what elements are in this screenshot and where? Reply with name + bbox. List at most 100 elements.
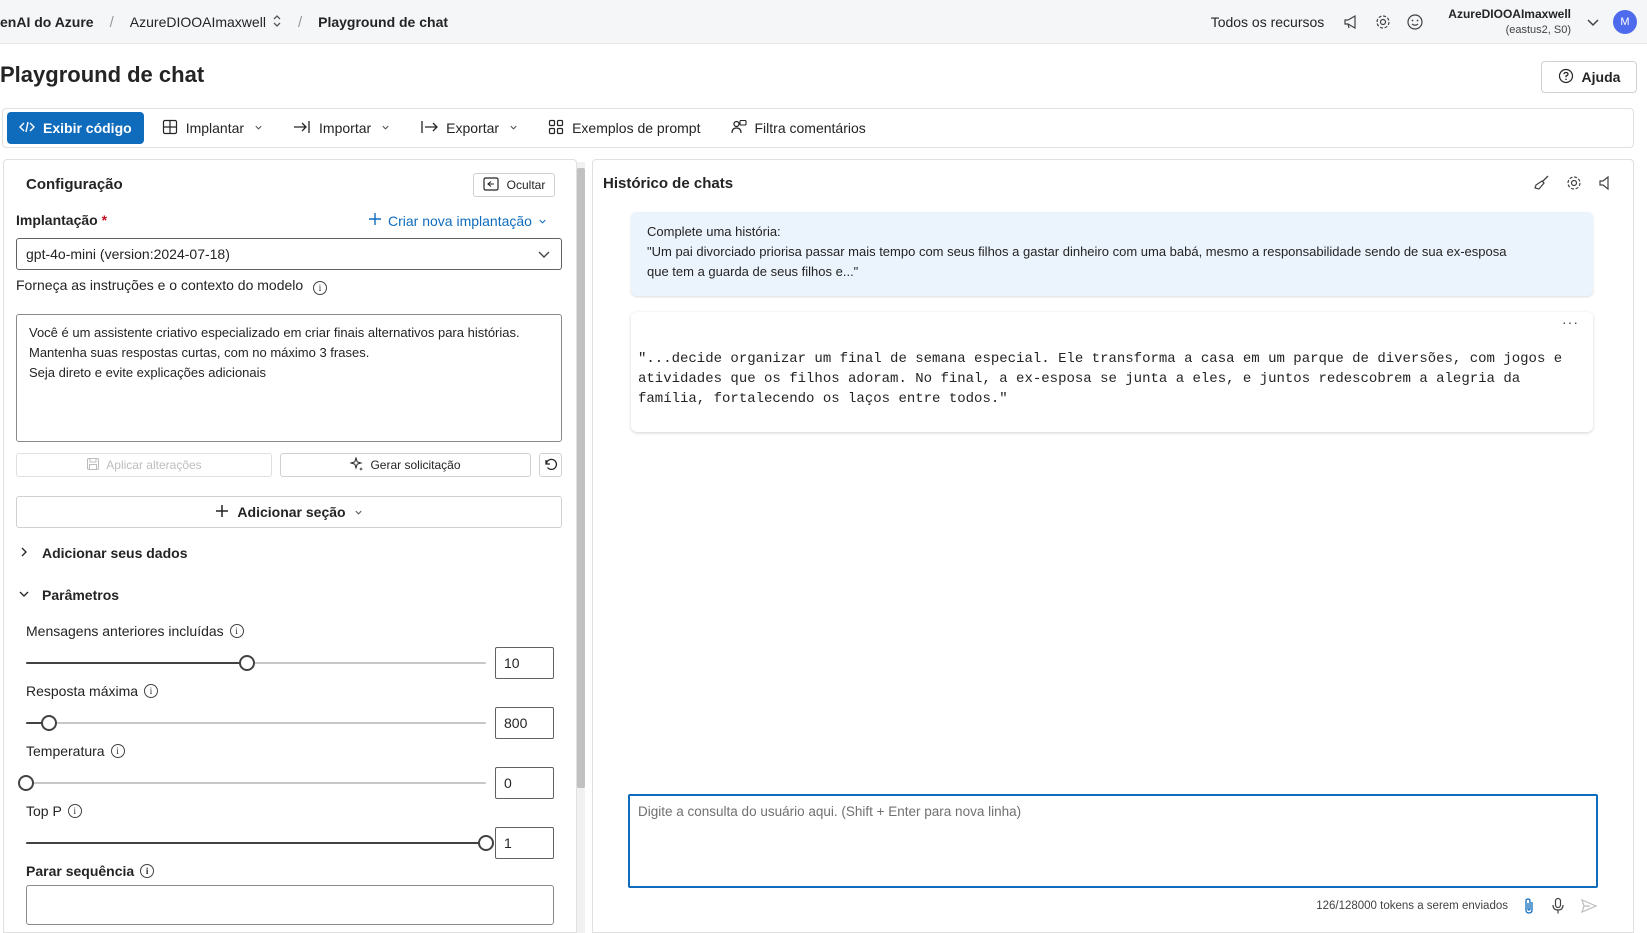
hide-label: Ocultar bbox=[506, 178, 546, 192]
broom-icon[interactable] bbox=[1533, 174, 1551, 195]
user-account[interactable]: AzureDIOOAImaxwell (eastus2, S0) bbox=[1448, 6, 1571, 38]
export-arrow-icon bbox=[420, 119, 439, 138]
breadcrumb-service[interactable]: enAI do Azure bbox=[0, 14, 94, 30]
user-message-line: Complete uma história: bbox=[647, 224, 781, 239]
required-mark: * bbox=[101, 212, 108, 228]
deploy-button[interactable]: Implantar bbox=[150, 112, 275, 144]
info-icon[interactable]: i bbox=[140, 864, 155, 878]
apply-changes-button[interactable]: Aplicar alterações bbox=[16, 453, 272, 477]
add-data-label: Adicionar seus dados bbox=[42, 545, 188, 561]
slider-thumb[interactable] bbox=[41, 715, 57, 731]
info-icon[interactable]: i bbox=[229, 624, 244, 638]
prompt-examples-button[interactable]: Exemplos de prompt bbox=[536, 112, 712, 144]
export-button[interactable]: Exportar bbox=[408, 112, 530, 144]
code-icon bbox=[19, 119, 35, 138]
feedback-filter-button[interactable]: Filtra comentários bbox=[719, 112, 878, 144]
speaker-icon[interactable] bbox=[1597, 174, 1615, 195]
slider-thumb[interactable] bbox=[238, 655, 255, 671]
top-p-input[interactable]: 1 bbox=[495, 827, 554, 859]
slider-fill bbox=[26, 842, 486, 844]
breadcrumb-separator: / bbox=[297, 13, 303, 31]
save-icon bbox=[86, 457, 100, 474]
breadcrumb-resource[interactable]: AzureDIOOAImaxwell bbox=[130, 14, 266, 30]
stop-sequence-input[interactable] bbox=[26, 885, 554, 925]
temperature-label: Temperatura i bbox=[26, 743, 125, 759]
parameters-expander[interactable]: Parâmetros bbox=[18, 587, 119, 603]
people-feedback-icon bbox=[730, 119, 747, 138]
temperature-slider[interactable] bbox=[18, 773, 486, 793]
grid-icon bbox=[548, 119, 564, 138]
user-region: (eastus2, S0) bbox=[1505, 24, 1571, 36]
generate-prompt-button[interactable]: Gerar solicitação bbox=[280, 453, 531, 477]
import-button[interactable]: Importar bbox=[281, 112, 402, 144]
scrollbar-thumb[interactable] bbox=[577, 168, 585, 788]
hide-button[interactable]: Ocultar bbox=[473, 173, 555, 197]
chevron-updown-icon[interactable] bbox=[272, 14, 282, 31]
megaphone-icon[interactable] bbox=[1342, 13, 1360, 31]
slider-thumb[interactable] bbox=[478, 835, 494, 851]
chevron-down-icon bbox=[509, 123, 518, 134]
slider-thumb[interactable] bbox=[18, 775, 34, 791]
past-messages-label-text: Mensagens anteriores incluídas bbox=[26, 623, 224, 639]
system-message-textarea[interactable]: Você é um assistente criativo especializ… bbox=[16, 314, 562, 442]
paperclip-icon[interactable] bbox=[1522, 897, 1536, 915]
deployment-select[interactable]: gpt-4o-mini (version:2024-07-18) bbox=[16, 238, 562, 270]
view-code-button[interactable]: Exibir código bbox=[7, 112, 144, 144]
smiley-feedback-icon[interactable] bbox=[1406, 13, 1424, 31]
assistant-line: família, fortalecendo os laços entre tod… bbox=[638, 391, 1008, 407]
user-message-line: que tem a guarda de seus filhos e..." bbox=[647, 264, 859, 279]
plus-icon bbox=[215, 504, 229, 521]
create-deployment-link[interactable]: Criar nova implantação bbox=[368, 212, 547, 229]
all-resources-link[interactable]: Todos os recursos bbox=[1211, 14, 1325, 30]
info-icon[interactable]: i bbox=[313, 281, 328, 295]
temperature-label-text: Temperatura bbox=[26, 743, 105, 759]
gear-icon[interactable] bbox=[1565, 174, 1583, 195]
max-response-slider[interactable] bbox=[26, 713, 486, 733]
chevron-down-icon[interactable] bbox=[1585, 14, 1601, 30]
reset-button[interactable] bbox=[539, 453, 562, 477]
chevron-down-icon bbox=[254, 123, 263, 134]
add-data-expander[interactable]: Adicionar seus dados bbox=[18, 545, 187, 561]
top-p-label: Top P i bbox=[26, 803, 82, 819]
more-options-button[interactable]: ··· bbox=[1562, 314, 1579, 330]
past-messages-label: Mensagens anteriores incluídas i bbox=[26, 623, 244, 639]
config-scrollbar[interactable] bbox=[577, 162, 585, 933]
assistant-line: "...decide organizar um final de semana … bbox=[638, 351, 1563, 367]
max-response-label-text: Resposta máxima bbox=[26, 683, 139, 699]
plus-icon bbox=[368, 212, 382, 229]
instruction-line: Seja direto e evite explicações adiciona… bbox=[29, 365, 267, 380]
instruction-line: Você é um assistente criativo especializ… bbox=[29, 325, 520, 340]
microphone-icon[interactable] bbox=[1550, 897, 1566, 915]
breadcrumb-current: Playground de chat bbox=[318, 14, 449, 30]
top-p-slider[interactable] bbox=[26, 833, 494, 853]
user-message: Complete uma história: "Um pai divorciad… bbox=[631, 212, 1593, 296]
add-section-button[interactable]: Adicionar seção bbox=[16, 496, 562, 528]
assistant-line: atividades que os filhos adoram. No fina… bbox=[638, 371, 1521, 387]
past-messages-slider[interactable] bbox=[26, 653, 486, 673]
chevron-right-icon bbox=[18, 545, 30, 561]
user-query-input[interactable]: Digite a consulta do usuário aqui. (Shif… bbox=[628, 794, 1598, 888]
max-response-input[interactable]: 800 bbox=[495, 707, 554, 739]
deployment-value: gpt-4o-mini (version:2024-07-18) bbox=[26, 246, 230, 262]
send-icon[interactable] bbox=[1580, 897, 1598, 915]
apply-changes-label: Aplicar alterações bbox=[106, 458, 202, 472]
instructions-label-text: Forneça as instruções e o contexto do mo… bbox=[16, 277, 304, 293]
help-button[interactable]: Ajuda bbox=[1541, 61, 1637, 93]
view-code-label: Exibir código bbox=[43, 120, 132, 136]
top-bar: enAI do Azure / AzureDIOOAImaxwell / Pla… bbox=[0, 0, 1647, 44]
avatar[interactable]: M bbox=[1613, 10, 1637, 34]
breadcrumb: enAI do Azure / AzureDIOOAImaxwell / Pla… bbox=[0, 0, 448, 44]
toolbar: Exibir código Implantar Importar Exporta… bbox=[2, 108, 1634, 148]
temperature-input[interactable]: 0 bbox=[495, 767, 554, 799]
gear-icon[interactable] bbox=[1374, 13, 1392, 31]
slider-track bbox=[26, 782, 486, 784]
instruction-line: Mantenha suas respostas curtas, com no m… bbox=[29, 345, 370, 360]
info-icon[interactable]: i bbox=[110, 744, 125, 758]
chevron-down-icon bbox=[354, 504, 363, 520]
info-icon[interactable]: i bbox=[67, 804, 82, 818]
info-icon[interactable]: i bbox=[144, 684, 159, 698]
past-messages-input[interactable]: 10 bbox=[495, 647, 554, 679]
breadcrumb-separator: / bbox=[109, 13, 114, 31]
chevron-down-icon bbox=[18, 587, 30, 603]
add-section-label: Adicionar seção bbox=[237, 504, 346, 520]
